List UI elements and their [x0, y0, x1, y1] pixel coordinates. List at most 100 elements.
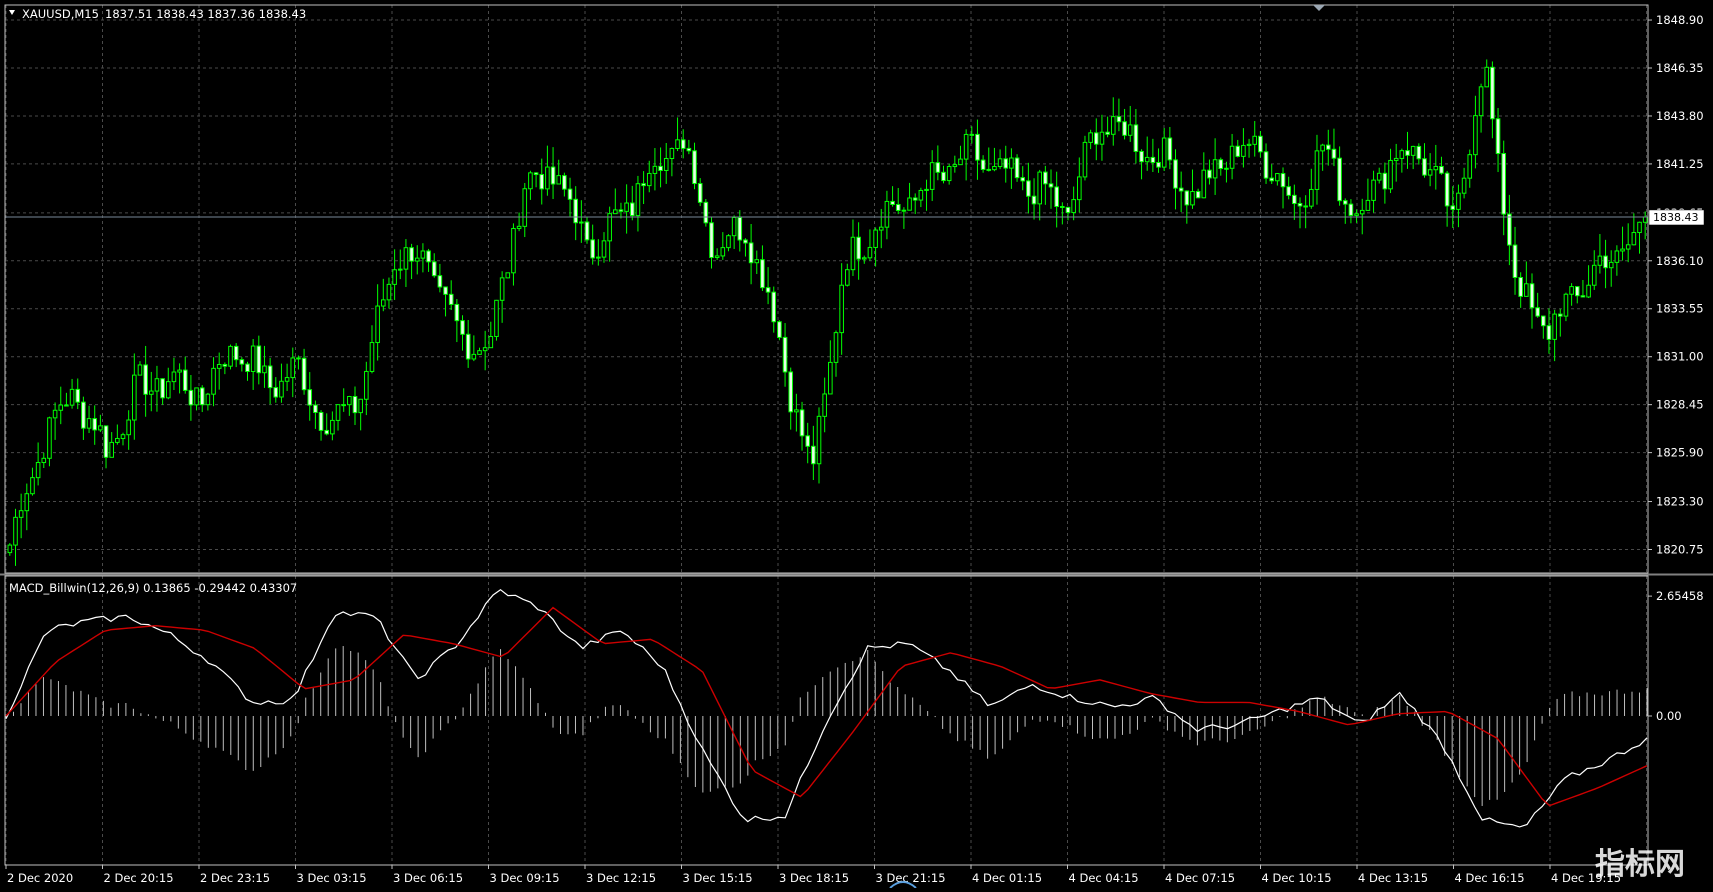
- candle-body[interactable]: [98, 425, 103, 431]
- candle-body[interactable]: [1637, 221, 1642, 234]
- candle-body[interactable]: [1218, 159, 1224, 169]
- candle-body[interactable]: [652, 165, 658, 174]
- candle-body[interactable]: [352, 396, 358, 414]
- candle-body[interactable]: [873, 229, 878, 248]
- candle-body[interactable]: [1444, 172, 1450, 207]
- candle-body[interactable]: [1591, 264, 1597, 286]
- candle-body[interactable]: [1495, 118, 1501, 155]
- candle-body[interactable]: [199, 387, 205, 406]
- candle-body[interactable]: [494, 299, 499, 337]
- candle-body[interactable]: [477, 350, 482, 355]
- candle-body[interactable]: [273, 387, 279, 398]
- candle-body[interactable]: [1116, 116, 1122, 123]
- candle-body[interactable]: [1365, 199, 1371, 211]
- candle-body[interactable]: [822, 393, 827, 417]
- candle-body[interactable]: [709, 222, 714, 259]
- candle-body[interactable]: [1574, 286, 1580, 297]
- candle-body[interactable]: [1099, 131, 1105, 145]
- candle-body[interactable]: [369, 342, 375, 372]
- candle-body[interactable]: [1054, 186, 1059, 207]
- candle-body[interactable]: [120, 434, 126, 439]
- candle-body[interactable]: [1478, 86, 1484, 117]
- candle-body[interactable]: [1552, 313, 1557, 340]
- candle-body[interactable]: [1195, 191, 1201, 199]
- candle-body[interactable]: [52, 409, 58, 419]
- candle-body[interactable]: [386, 283, 392, 301]
- candle-body[interactable]: [1003, 158, 1009, 169]
- candle-body[interactable]: [1156, 161, 1161, 168]
- candle-body[interactable]: [1410, 145, 1416, 156]
- candle-body[interactable]: [997, 158, 1003, 168]
- candle-body[interactable]: [1393, 157, 1399, 161]
- candle-body[interactable]: [629, 202, 635, 217]
- candle-body[interactable]: [279, 380, 284, 398]
- candle-body[interactable]: [1433, 165, 1439, 171]
- candle-body[interactable]: [431, 261, 437, 277]
- candle-body[interactable]: [1043, 171, 1048, 185]
- candle-body[interactable]: [35, 462, 41, 479]
- candle-body[interactable]: [1359, 209, 1365, 215]
- candle-body[interactable]: [284, 377, 290, 382]
- candle-body[interactable]: [301, 357, 307, 391]
- candle-body[interactable]: [1405, 150, 1410, 156]
- candle-body[interactable]: [1614, 250, 1620, 263]
- candle-body[interactable]: [81, 401, 86, 429]
- candle-body[interactable]: [324, 429, 330, 435]
- candle-body[interactable]: [1535, 307, 1540, 317]
- candle-body[interactable]: [1065, 206, 1071, 214]
- candle-body[interactable]: [1190, 191, 1195, 206]
- candle-body[interactable]: [1093, 132, 1099, 145]
- candle-body[interactable]: [330, 419, 335, 435]
- candle-body[interactable]: [1376, 172, 1382, 181]
- candle-body[interactable]: [228, 345, 233, 367]
- candle-body[interactable]: [941, 171, 946, 182]
- candle-body[interactable]: [760, 259, 765, 289]
- candle-body[interactable]: [148, 390, 154, 395]
- candle-body[interactable]: [222, 363, 228, 367]
- candle-body[interactable]: [454, 303, 460, 322]
- candle-body[interactable]: [573, 198, 578, 224]
- candle-body[interactable]: [788, 371, 794, 413]
- candle-body[interactable]: [777, 321, 782, 338]
- candle-body[interactable]: [850, 236, 856, 271]
- candle-body[interactable]: [641, 183, 646, 187]
- candle-body[interactable]: [1252, 135, 1258, 145]
- candle-body[interactable]: [92, 418, 98, 431]
- candle-body[interactable]: [867, 246, 873, 259]
- candle-body[interactable]: [75, 388, 81, 403]
- candle-body[interactable]: [1297, 203, 1303, 207]
- candle-body[interactable]: [1342, 200, 1348, 205]
- candle-body[interactable]: [562, 175, 567, 190]
- candle-body[interactable]: [313, 404, 318, 413]
- candle-body[interactable]: [1348, 203, 1354, 216]
- candle-body[interactable]: [499, 277, 505, 301]
- candle-body[interactable]: [1263, 151, 1269, 179]
- candle-body[interactable]: [1224, 167, 1229, 170]
- candle-body[interactable]: [216, 363, 222, 369]
- candle-body[interactable]: [465, 333, 471, 360]
- candle-body[interactable]: [1110, 116, 1116, 135]
- candle-body[interactable]: [675, 139, 680, 149]
- candle-body[interactable]: [1529, 283, 1535, 309]
- candle-body[interactable]: [663, 157, 669, 171]
- candle-body[interactable]: [658, 165, 663, 171]
- candle-body[interactable]: [137, 364, 143, 376]
- candle-body[interactable]: [1026, 180, 1031, 197]
- candle-body[interactable]: [364, 370, 369, 400]
- candle-body[interactable]: [1399, 150, 1405, 159]
- candle-body[interactable]: [1382, 172, 1388, 190]
- candle-body[interactable]: [245, 363, 250, 373]
- candle-body[interactable]: [1060, 205, 1065, 208]
- candle-body[interactable]: [618, 209, 624, 212]
- candle-body[interactable]: [946, 166, 952, 182]
- candle-body[interactable]: [7, 544, 13, 554]
- candle-body[interactable]: [1507, 213, 1512, 246]
- candle-body[interactable]: [1082, 141, 1088, 178]
- candle-body[interactable]: [1597, 255, 1603, 266]
- candle-body[interactable]: [556, 175, 562, 185]
- candle-body[interactable]: [1603, 255, 1608, 269]
- candle-body[interactable]: [30, 477, 35, 495]
- candle-body[interactable]: [1337, 157, 1342, 202]
- candle-body[interactable]: [177, 369, 182, 373]
- candle-body[interactable]: [828, 361, 833, 395]
